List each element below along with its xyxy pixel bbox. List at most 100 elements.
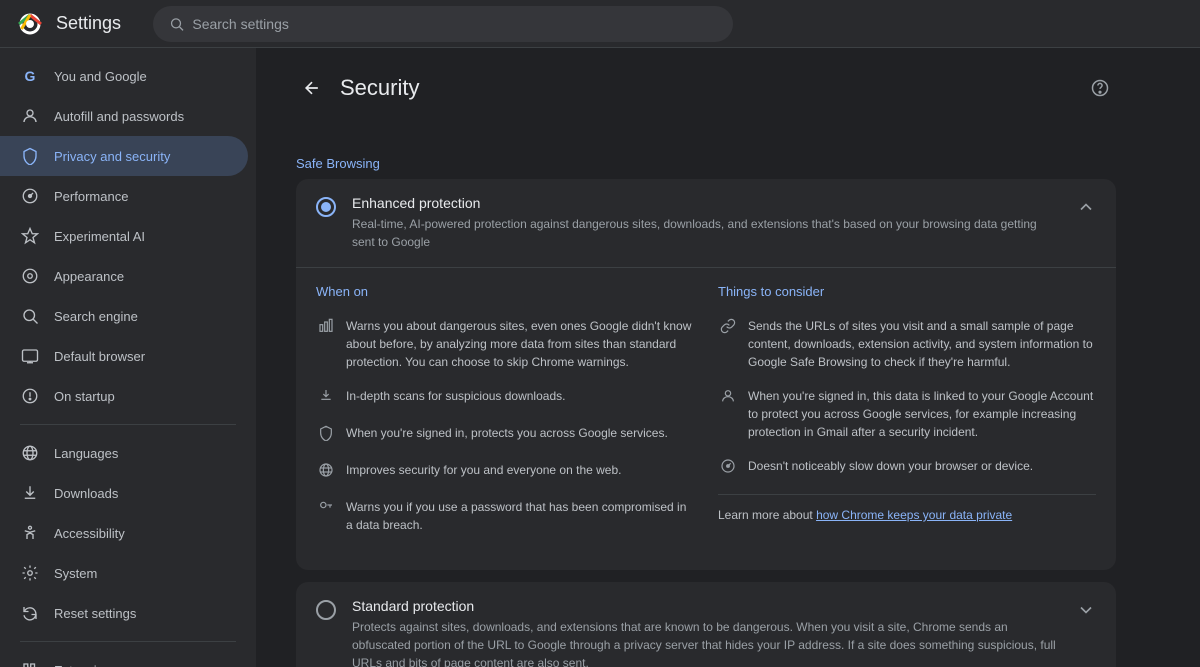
feature-scans-text: In-depth scans for suspicious downloads. bbox=[346, 387, 565, 405]
sidebar-label-autofill: Autofill and passwords bbox=[54, 109, 184, 124]
app-title: Settings bbox=[56, 13, 121, 34]
sidebar-item-languages[interactable]: Languages bbox=[0, 433, 248, 473]
sidebar-label-appearance: Appearance bbox=[54, 269, 124, 284]
privacy-icon bbox=[20, 146, 40, 166]
performance-icon bbox=[20, 186, 40, 206]
sidebar-label-you-google: You and Google bbox=[54, 69, 147, 84]
sidebar-divider-1 bbox=[20, 424, 236, 425]
sidebar-label-privacy: Privacy and security bbox=[54, 149, 170, 164]
standard-protection-chevron[interactable] bbox=[1076, 600, 1096, 626]
sidebar-item-startup[interactable]: On startup bbox=[0, 376, 248, 416]
sidebar-divider-2 bbox=[20, 641, 236, 642]
person-icon bbox=[718, 388, 738, 408]
enhanced-protection-text: Enhanced protection Real-time, AI-powere… bbox=[352, 195, 1060, 251]
consider-account-text: When you're signed in, this data is link… bbox=[748, 387, 1096, 441]
standard-protection-text: Standard protection Protects against sit… bbox=[352, 598, 1060, 667]
sidebar-label-performance: Performance bbox=[54, 189, 128, 204]
things-to-consider-header: Things to consider bbox=[718, 284, 1096, 303]
experimental-icon bbox=[20, 226, 40, 246]
autofill-icon bbox=[20, 106, 40, 126]
consider-sends-urls: Sends the URLs of sites you visit and a … bbox=[718, 317, 1096, 371]
standard-protection-card: Standard protection Protects against sit… bbox=[296, 582, 1116, 667]
sidebar-item-reset[interactable]: Reset settings bbox=[0, 593, 248, 633]
sidebar-label-system: System bbox=[54, 566, 97, 581]
learn-more-link[interactable]: how Chrome keeps your data private bbox=[816, 508, 1012, 522]
feature-improves-security-text: Improves security for you and everyone o… bbox=[346, 461, 621, 479]
page-title: Security bbox=[340, 75, 419, 101]
enhanced-protection-name: Enhanced protection bbox=[352, 195, 1060, 211]
chrome-logo-icon bbox=[16, 10, 44, 38]
enhanced-protection-card: Enhanced protection Real-time, AI-powere… bbox=[296, 179, 1116, 570]
standard-protection-name: Standard protection bbox=[352, 598, 1060, 614]
globe-security-icon bbox=[316, 462, 336, 482]
sidebar-label-reset: Reset settings bbox=[54, 606, 136, 621]
sidebar-item-appearance[interactable]: Appearance bbox=[0, 256, 248, 296]
feature-signed-in-text: When you're signed in, protects you acro… bbox=[346, 424, 668, 442]
downloads-icon bbox=[20, 483, 40, 503]
shield-services-icon bbox=[316, 425, 336, 445]
sidebar-item-accessibility[interactable]: Accessibility bbox=[0, 513, 248, 553]
sidebar-item-downloads[interactable]: Downloads bbox=[0, 473, 248, 513]
feature-improves-security: Improves security for you and everyone o… bbox=[316, 461, 694, 482]
enhanced-protection-radio[interactable] bbox=[316, 197, 336, 217]
sidebar-item-performance[interactable]: Performance bbox=[0, 176, 248, 216]
main-layout: G You and Google Autofill and passwords … bbox=[0, 48, 1200, 667]
sidebar: G You and Google Autofill and passwords … bbox=[0, 48, 256, 667]
consider-no-slowdown: Doesn't noticeably slow down your browse… bbox=[718, 457, 1096, 478]
chart-icon bbox=[316, 318, 336, 338]
key-icon bbox=[316, 499, 336, 519]
sidebar-label-startup: On startup bbox=[54, 389, 115, 404]
default-browser-icon bbox=[20, 346, 40, 366]
sidebar-item-system[interactable]: System bbox=[0, 553, 248, 593]
speed-icon bbox=[718, 458, 738, 478]
you-google-icon: G bbox=[20, 66, 40, 86]
languages-icon bbox=[20, 443, 40, 463]
reset-icon bbox=[20, 603, 40, 623]
feature-warn-dangerous-text: Warns you about dangerous sites, even on… bbox=[346, 317, 694, 371]
system-icon bbox=[20, 563, 40, 583]
sidebar-label-search: Search engine bbox=[54, 309, 138, 324]
learn-more-prefix: Learn more about bbox=[718, 508, 816, 522]
sidebar-label-languages: Languages bbox=[54, 446, 118, 461]
safe-browsing-title: Safe Browsing bbox=[296, 148, 1116, 175]
sidebar-item-experimental[interactable]: Experimental AI bbox=[0, 216, 248, 256]
sidebar-item-search[interactable]: Search engine bbox=[0, 296, 248, 336]
sidebar-label-downloads: Downloads bbox=[54, 486, 118, 501]
when-on-col: When on Warns you about dangerous sites,… bbox=[316, 284, 694, 550]
consider-no-slowdown-text: Doesn't noticeably slow down your browse… bbox=[748, 457, 1033, 475]
standard-protection-radio[interactable] bbox=[316, 600, 336, 620]
content-area: Security Safe Browsing Enhanced protecti… bbox=[256, 48, 1200, 667]
link-icon bbox=[718, 318, 738, 338]
sidebar-item-extensions[interactable]: Extensions ↗ bbox=[0, 650, 248, 667]
search-bar[interactable] bbox=[153, 6, 733, 42]
enhanced-protection-desc: Real-time, AI-powered protection against… bbox=[352, 215, 1060, 251]
sidebar-item-you-google[interactable]: G You and Google bbox=[0, 56, 248, 96]
learn-more-section: Learn more about how Chrome keeps your d… bbox=[718, 494, 1096, 522]
sidebar-label-accessibility: Accessibility bbox=[54, 526, 125, 541]
extensions-icon bbox=[20, 660, 40, 667]
search-engine-icon bbox=[20, 306, 40, 326]
search-icon bbox=[169, 16, 184, 32]
help-button[interactable] bbox=[1084, 72, 1116, 104]
feature-warn-dangerous: Warns you about dangerous sites, even on… bbox=[316, 317, 694, 371]
enhanced-protection-chevron[interactable] bbox=[1076, 197, 1096, 223]
sidebar-label-experimental: Experimental AI bbox=[54, 229, 145, 244]
back-button[interactable] bbox=[296, 72, 328, 104]
feature-scans-downloads: In-depth scans for suspicious downloads. bbox=[316, 387, 694, 408]
startup-icon bbox=[20, 386, 40, 406]
page-header: Security bbox=[296, 72, 1116, 120]
sidebar-item-privacy[interactable]: Privacy and security bbox=[0, 136, 248, 176]
feature-signed-in-protect: When you're signed in, protects you acro… bbox=[316, 424, 694, 445]
standard-protection-desc: Protects against sites, downloads, and e… bbox=[352, 618, 1060, 667]
enhanced-protection-expanded: When on Warns you about dangerous sites,… bbox=[296, 267, 1116, 570]
sidebar-label-extensions: Extensions bbox=[54, 663, 118, 667]
topbar: Settings bbox=[0, 0, 1200, 48]
things-to-consider-col: Things to consider Sends the URLs of sit… bbox=[718, 284, 1096, 550]
sidebar-item-autofill[interactable]: Autofill and passwords bbox=[0, 96, 248, 136]
sidebar-item-default-browser[interactable]: Default browser bbox=[0, 336, 248, 376]
when-on-header: When on bbox=[316, 284, 694, 303]
search-input[interactable] bbox=[192, 16, 717, 32]
standard-protection-header[interactable]: Standard protection Protects against sit… bbox=[296, 582, 1116, 667]
enhanced-protection-header[interactable]: Enhanced protection Real-time, AI-powere… bbox=[296, 179, 1116, 267]
sidebar-label-default-browser: Default browser bbox=[54, 349, 145, 364]
